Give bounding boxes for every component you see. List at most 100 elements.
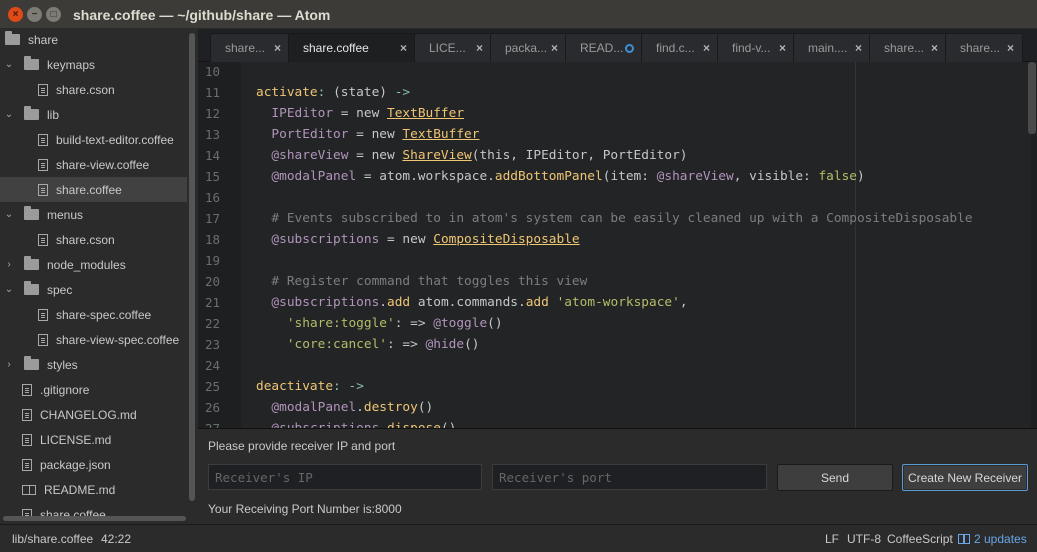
folder-icon <box>24 356 39 370</box>
close-icon[interactable]: × <box>551 41 558 55</box>
close-icon[interactable]: × <box>779 41 786 55</box>
editor-tab[interactable]: READ... <box>565 33 643 62</box>
receiver-port-input[interactable]: Receiver's port <box>492 464 767 490</box>
window-maximize-button[interactable]: □ <box>46 7 61 22</box>
close-icon[interactable]: × <box>274 41 281 55</box>
file-icon <box>38 183 48 196</box>
chevron-down-icon[interactable]: ⌄ <box>3 59 15 70</box>
editor-tab[interactable]: LICE... × <box>414 33 492 62</box>
tree-file[interactable]: share-view.coffee <box>0 152 187 177</box>
editor-tab[interactable]: share... × <box>210 33 290 62</box>
chevron-right-icon[interactable]: › <box>3 359 15 370</box>
line-number: 18 <box>204 232 220 247</box>
tree-file[interactable]: share-spec.coffee <box>0 302 187 327</box>
tree-folder[interactable]: ⌄ spec <box>0 277 187 302</box>
chevron-right-icon[interactable]: › <box>3 259 15 270</box>
tree-file[interactable]: share.coffee <box>0 177 187 202</box>
close-icon[interactable]: × <box>855 41 862 55</box>
code-token: . <box>379 421 387 428</box>
tree-file[interactable]: README.md <box>0 477 187 502</box>
code-token: addBottomPanel <box>494 169 603 184</box>
line-number: 10 <box>204 64 220 79</box>
status-encoding[interactable]: UTF-8 <box>847 532 881 546</box>
line-number: 26 <box>204 400 220 415</box>
tree-folder[interactable]: share <box>0 29 187 52</box>
editor-tab[interactable]: main.... × <box>793 33 871 62</box>
window-minimize-button[interactable]: − <box>27 7 42 22</box>
chevron-down-icon[interactable]: ⌄ <box>3 109 15 120</box>
editor-tab[interactable]: find-v... × <box>717 33 795 62</box>
tree-folder[interactable]: ⌄ lib <box>0 102 187 127</box>
code-token: TextBuffer <box>387 106 465 121</box>
tree-vertical-scrollbar[interactable] <box>189 33 195 501</box>
tree-item-label: README.md <box>44 482 116 497</box>
tree-file[interactable]: share-view-spec.coffee <box>0 327 187 352</box>
close-icon[interactable]: × <box>476 41 483 55</box>
tree-horizontal-scrollbar[interactable] <box>3 516 186 521</box>
close-icon[interactable]: × <box>400 41 407 55</box>
code-line: @modalPanel = atom.workspace.addBottomPa… <box>256 169 864 184</box>
editor-tab[interactable]: share... × <box>945 33 1023 62</box>
status-grammar[interactable]: CoffeeScript <box>887 532 953 546</box>
tree-file[interactable]: share.cson <box>0 77 187 102</box>
tree-item-label: lib <box>47 107 60 122</box>
tab-label: main.... <box>808 41 848 55</box>
share-panel: Please provide receiver IP and port Rece… <box>198 428 1037 524</box>
line-number: 12 <box>204 106 220 121</box>
tree-file[interactable]: share.cson <box>0 227 187 252</box>
code-token: @modalPanel <box>271 169 357 184</box>
folder-icon <box>24 206 39 220</box>
folder-icon <box>24 256 39 270</box>
tree-file[interactable]: LICENSE.md <box>0 427 187 452</box>
line-number: 27 <box>198 421 220 428</box>
chevron-down-icon[interactable]: ⌄ <box>3 209 15 220</box>
file-icon <box>22 458 32 471</box>
code-area[interactable]: activate: (state) -> IPEditor = new Text… <box>241 62 1031 428</box>
editor-tab[interactable]: share... × <box>869 33 947 62</box>
tree-file[interactable]: CHANGELOG.md <box>0 402 187 427</box>
file-icon <box>38 333 48 346</box>
close-icon[interactable]: × <box>1007 41 1014 55</box>
receiver-ip-input[interactable]: Receiver's IP <box>208 464 482 490</box>
editor-tab[interactable]: packa... × <box>490 33 567 62</box>
chevron-down-icon[interactable]: ⌄ <box>3 284 15 295</box>
close-icon[interactable]: × <box>931 41 938 55</box>
tab-label: packa... <box>505 41 548 55</box>
tree-file[interactable]: .gitignore <box>0 377 187 402</box>
tree-folder[interactable]: ⌄ menus <box>0 202 187 227</box>
window-close-button[interactable]: × <box>8 7 23 22</box>
send-button[interactable]: Send <box>777 464 893 491</box>
editor-vertical-scrollbar[interactable] <box>1028 62 1036 134</box>
file-icon <box>38 233 48 246</box>
editor-tab[interactable]: find.c... × <box>641 33 719 62</box>
close-icon[interactable]: × <box>703 41 710 55</box>
status-updates[interactable]: 2 updates <box>958 532 1027 546</box>
text-editor[interactable]: 10 11 12 13 14 15 16 17 18 19 20 21 22 23 24 25 26 27 act… <box>198 62 1037 428</box>
book-icon <box>22 484 36 495</box>
tree-folder[interactable]: › styles <box>0 352 187 377</box>
tree-folder[interactable]: › node_modules <box>0 252 187 277</box>
create-new-receiver-button[interactable]: Create New Receiver <box>902 464 1028 491</box>
modified-dot-icon[interactable] <box>625 44 634 53</box>
code-line: IPEditor = new TextBuffer <box>256 106 464 121</box>
tree-file[interactable]: build-text-editor.coffee <box>0 127 187 152</box>
folder-icon <box>24 56 39 70</box>
tree-folder[interactable]: ⌄ keymaps <box>0 52 187 77</box>
status-cursor-position[interactable]: 42:22 <box>101 532 131 546</box>
status-line-ending[interactable]: LF <box>825 532 839 546</box>
tree-file[interactable]: package.json <box>0 452 187 477</box>
status-file-path[interactable]: lib/share.coffee <box>12 532 93 546</box>
code-token: 'atom-workspace' <box>556 295 680 310</box>
line-number: 22 <box>204 316 220 331</box>
code-token: : => <box>387 337 426 352</box>
code-token: @subscriptions <box>271 295 380 310</box>
editor-tab[interactable]: share.coffee × <box>288 33 416 62</box>
code-token: @hide <box>425 337 465 352</box>
tree-item-label: share.cson <box>56 232 115 247</box>
tab-label: share... <box>884 41 925 55</box>
